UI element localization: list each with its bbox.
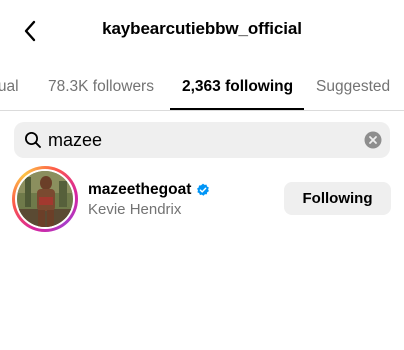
story-ring-gap	[15, 169, 75, 229]
search-icon	[25, 132, 41, 148]
following-list-screen: kaybearcutiebbw_official Mutual 78.3K fo…	[0, 0, 404, 350]
clear-circle-icon[interactable]	[364, 131, 382, 149]
list-item[interactable]: mazeethegoat Kevie Hendrix Following	[0, 163, 404, 235]
username-link[interactable]: mazeethegoat	[88, 180, 210, 200]
avatar[interactable]	[12, 166, 78, 232]
tab-following[interactable]: 2,363 following	[182, 64, 293, 110]
tab-mutual[interactable]: Mutual	[0, 64, 19, 110]
top-nav-bar: kaybearcutiebbw_official	[0, 0, 404, 62]
verified-badge-icon	[197, 183, 210, 196]
full-name: Kevie Hendrix	[88, 201, 182, 218]
profile-username-title: kaybearcutiebbw_official	[102, 19, 302, 38]
profile-photo-image	[17, 171, 73, 227]
search-input[interactable]: mazee	[14, 122, 390, 158]
avatar-photo	[17, 171, 73, 227]
following-button[interactable]: Following	[284, 182, 391, 215]
search-query-text: mazee	[48, 130, 103, 150]
tab-suggested[interactable]: Suggested	[316, 64, 390, 110]
follow-tabs: Mutual 78.3K followers 2,363 following S…	[0, 64, 404, 111]
tab-followers[interactable]: 78.3K followers	[48, 64, 154, 110]
active-tab-indicator	[170, 108, 304, 110]
username: mazeethegoat	[88, 181, 192, 198]
